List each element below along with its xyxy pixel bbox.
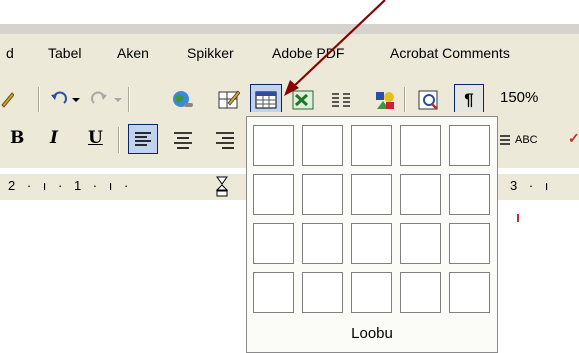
menu-item-spikker[interactable]: Spikker <box>187 34 234 72</box>
table-grid-cell[interactable] <box>253 223 294 264</box>
text-cursor-marker <box>517 214 519 222</box>
undo-icon[interactable] <box>48 89 70 111</box>
annotation-arrow-icon <box>284 0 386 96</box>
table-grid-cell[interactable] <box>302 223 343 264</box>
menu-item-acrobat-comments[interactable]: Acrobat Comments <box>390 34 510 72</box>
table-grid-cell[interactable] <box>400 174 441 215</box>
table-grid-cell[interactable] <box>351 223 392 264</box>
table-grid-cell[interactable] <box>449 272 490 313</box>
spelling-button[interactable]: ABC <box>515 134 538 146</box>
table-grid-cell[interactable] <box>302 125 343 166</box>
table-grid-cell[interactable] <box>351 272 392 313</box>
menu-item-partial[interactable]: d <box>6 34 14 72</box>
table-grid-cell[interactable] <box>253 125 294 166</box>
redo-icon <box>88 89 110 111</box>
align-center-icon[interactable] <box>172 129 194 151</box>
globe-link-icon[interactable] <box>172 89 194 111</box>
table-grid-cell[interactable] <box>449 174 490 215</box>
table-grid-cell[interactable] <box>253 272 294 313</box>
tables-borders-icon[interactable] <box>218 89 241 111</box>
italic-button[interactable]: I <box>50 128 58 148</box>
align-left-icon <box>135 132 151 146</box>
cancel-label[interactable]: Loobu <box>247 325 497 342</box>
table-grid-cell[interactable] <box>449 223 490 264</box>
undo-dropdown-arrow-icon[interactable] <box>72 98 80 102</box>
ruler-right-marks: 3 · ı <box>510 178 553 193</box>
toolbar-separator <box>128 87 129 113</box>
menu-item-aken[interactable]: Aken <box>117 34 149 72</box>
insert-table-grid[interactable]: Loobu <box>246 116 498 353</box>
table-grid-cell[interactable] <box>449 125 490 166</box>
list-icon[interactable] <box>500 133 512 145</box>
toolbar-separator <box>404 87 405 113</box>
table-grid-cell[interactable] <box>302 174 343 215</box>
redo-dropdown-arrow-icon <box>114 98 122 102</box>
bold-button[interactable]: B <box>10 128 24 148</box>
toolbar-separator <box>118 127 119 153</box>
align-right-icon[interactable] <box>214 129 236 151</box>
table-grid-cell[interactable] <box>351 174 392 215</box>
table-grid-cell[interactable] <box>400 223 441 264</box>
format-painter-icon[interactable] <box>0 89 22 111</box>
menu-item-tabel[interactable]: Tabel <box>48 34 81 72</box>
table-grid-cell[interactable] <box>302 272 343 313</box>
document-map-icon[interactable] <box>418 89 440 111</box>
toolbar-separator <box>38 87 39 113</box>
check-icon[interactable]: ✓ <box>568 130 579 147</box>
table-grid-cell[interactable] <box>351 125 392 166</box>
underline-button[interactable]: U <box>88 128 103 148</box>
ruler-left-marks: 2 · ı · 1 · ı · <box>8 178 133 193</box>
align-left-button[interactable] <box>128 124 158 154</box>
indent-marker-icon[interactable] <box>215 176 229 197</box>
table-grid-cell[interactable] <box>400 125 441 166</box>
table-grid-cell[interactable] <box>253 174 294 215</box>
table-grid-cell[interactable] <box>400 272 441 313</box>
zoom-value[interactable]: 150% <box>500 89 538 106</box>
